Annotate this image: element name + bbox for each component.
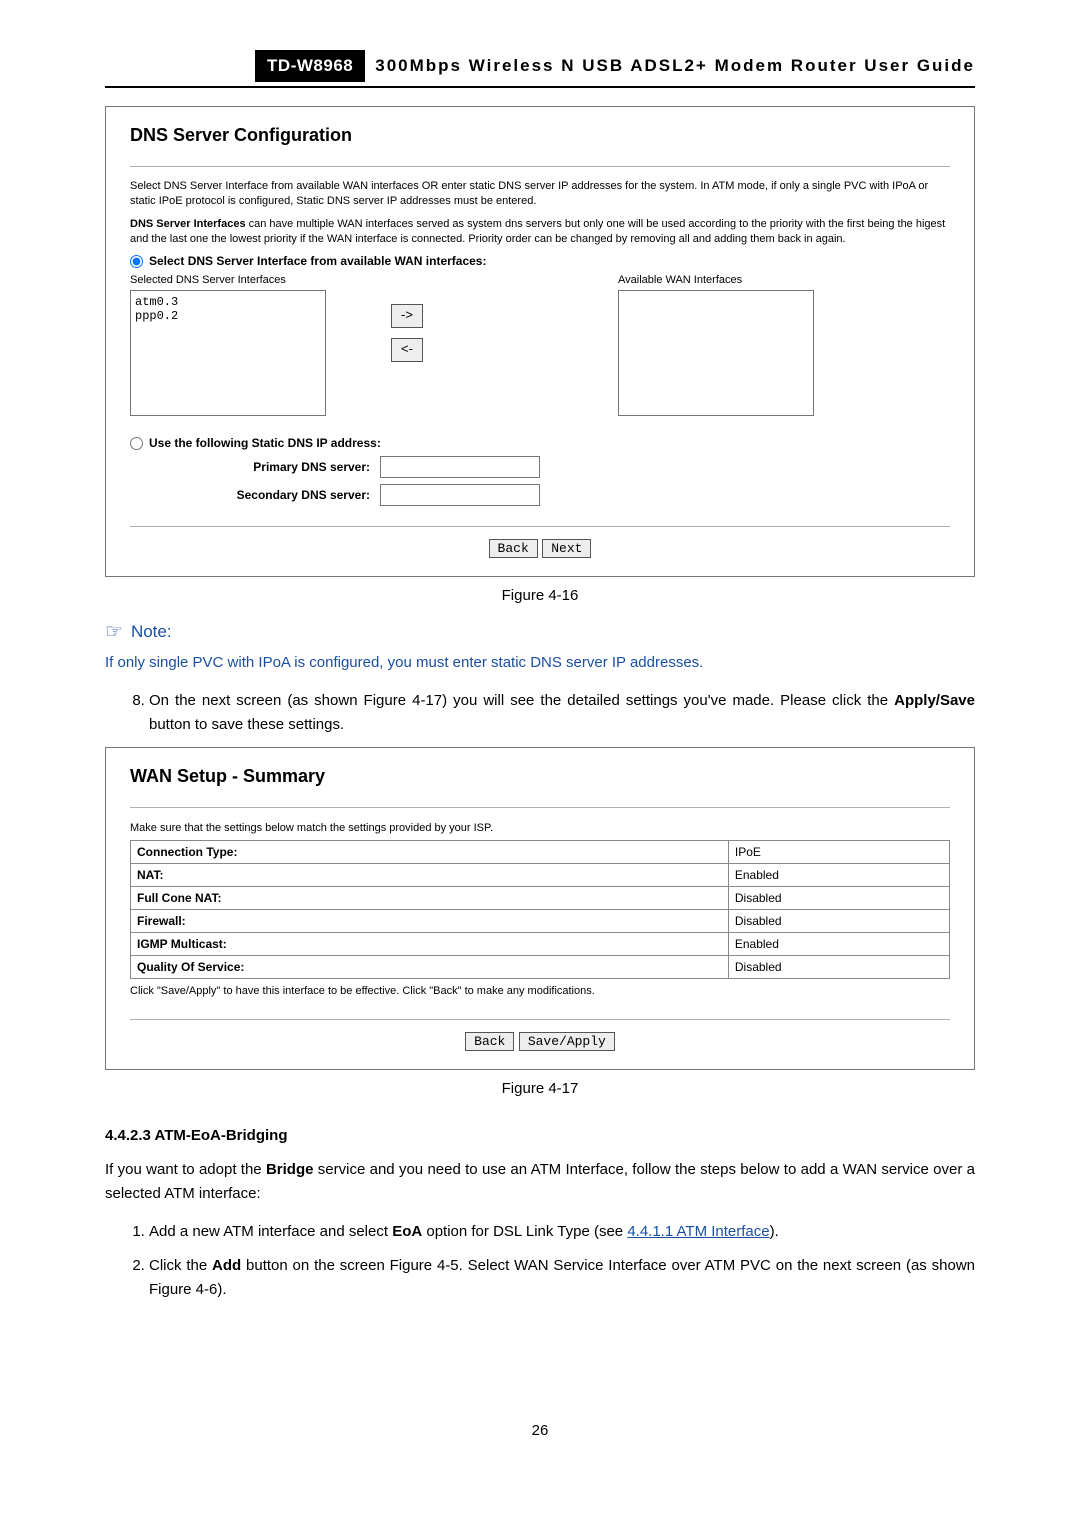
step2-a: Click the — [149, 1257, 212, 1274]
next-button[interactable]: Next — [542, 539, 591, 558]
note-heading: ☞ Note: — [105, 622, 975, 642]
note-body: If only single PVC with IPoA is configur… — [105, 652, 975, 675]
table-cell-label: Firewall: — [131, 909, 729, 932]
radio-select-interface[interactable] — [130, 255, 143, 268]
dns-desc-1: Select DNS Server Interface from availab… — [130, 179, 950, 209]
wan-summary-foot: Click "Save/Apply" to have this interfac… — [130, 985, 950, 997]
table-cell-value: Disabled — [728, 955, 949, 978]
divider — [130, 166, 950, 167]
dns-desc-2-strong: DNS Server Interfaces — [130, 218, 246, 230]
step-8-b: button to save these settings. — [149, 716, 344, 733]
divider — [130, 807, 950, 808]
note-label-text: Note: — [131, 622, 172, 642]
table-cell-label: IGMP Multicast: — [131, 932, 729, 955]
page-header: TD-W8968 300Mbps Wireless N USB ADSL2+ M… — [105, 50, 975, 88]
dns-config-heading: DNS Server Configuration — [130, 125, 950, 146]
wan-summary-heading: WAN Setup - Summary — [130, 766, 950, 787]
table-cell-value: Disabled — [728, 909, 949, 932]
save-apply-button[interactable]: Save/Apply — [519, 1032, 615, 1051]
figure-4-17-caption: Figure 4-17 — [105, 1080, 975, 1097]
step1-a: Add a new ATM interface and select — [149, 1223, 392, 1240]
primary-dns-label: Primary DNS server: — [150, 460, 370, 474]
radio-static-dns[interactable] — [130, 437, 143, 450]
table-row: Connection Type:IPoE — [131, 840, 950, 863]
primary-dns-input[interactable] — [380, 456, 540, 478]
divider — [130, 1019, 950, 1020]
selected-interfaces-label: Selected DNS Server Interfaces — [130, 274, 326, 286]
divider — [130, 526, 950, 527]
table-cell-label: Connection Type: — [131, 840, 729, 863]
radio-select-interface-label: Select DNS Server Interface from availab… — [149, 254, 486, 268]
table-cell-value: Enabled — [728, 863, 949, 886]
step2-strong: Add — [212, 1257, 241, 1274]
section-intro-a: If you want to adopt the — [105, 1161, 266, 1178]
table-cell-value: Enabled — [728, 932, 949, 955]
secondary-dns-label: Secondary DNS server: — [150, 488, 370, 502]
available-interfaces-listbox[interactable] — [621, 293, 814, 416]
model-badge: TD-W8968 — [255, 50, 365, 82]
step-8-strong: Apply/Save — [894, 692, 975, 709]
dns-desc-2-rest: can have multiple WAN interfaces served … — [130, 218, 945, 245]
atm-interface-link[interactable]: 4.4.1.1 ATM Interface — [627, 1223, 769, 1240]
figure-4-16-box: DNS Server Configuration Select DNS Serv… — [105, 106, 975, 577]
step-8: On the next screen (as shown Figure 4-17… — [149, 689, 975, 737]
step1-strong: EoA — [392, 1223, 422, 1240]
selected-interfaces-listbox[interactable] — [133, 293, 326, 416]
bridging-step-1: Add a new ATM interface and select EoA o… — [149, 1220, 975, 1244]
back-button-2[interactable]: Back — [465, 1032, 514, 1051]
wan-summary-table: Connection Type:IPoENAT:EnabledFull Cone… — [130, 840, 950, 979]
table-row: NAT:Enabled — [131, 863, 950, 886]
step-8-a: On the next screen (as shown Figure 4-17… — [149, 692, 894, 709]
table-cell-value: IPoE — [728, 840, 949, 863]
section-intro: If you want to adopt the Bridge service … — [105, 1158, 975, 1206]
step2-b: button on the screen Figure 4-5. Select … — [149, 1257, 975, 1298]
wan-summary-intro: Make sure that the settings below match … — [130, 822, 950, 834]
table-row: Quality Of Service:Disabled — [131, 955, 950, 978]
secondary-dns-input[interactable] — [380, 484, 540, 506]
table-row: IGMP Multicast:Enabled — [131, 932, 950, 955]
step1-b: option for DSL Link Type (see — [422, 1223, 627, 1240]
move-right-button[interactable]: -> — [391, 304, 423, 328]
section-intro-strong: Bridge — [266, 1161, 314, 1178]
back-button[interactable]: Back — [489, 539, 538, 558]
step1-c: ). — [770, 1223, 779, 1240]
available-interfaces-label: Available WAN Interfaces — [618, 274, 814, 286]
table-row: Firewall:Disabled — [131, 909, 950, 932]
bridging-step-2: Click the Add button on the screen Figur… — [149, 1254, 975, 1302]
figure-4-17-box: WAN Setup - Summary Make sure that the s… — [105, 747, 975, 1070]
table-cell-label: Full Cone NAT: — [131, 886, 729, 909]
pointing-hand-icon: ☞ — [105, 622, 123, 642]
table-row: Full Cone NAT:Disabled — [131, 886, 950, 909]
table-cell-label: Quality Of Service: — [131, 955, 729, 978]
doc-title: 300Mbps Wireless N USB ADSL2+ Modem Rout… — [365, 50, 975, 82]
page-number: 26 — [105, 1422, 975, 1439]
move-left-button[interactable]: <- — [391, 338, 423, 362]
figure-4-16-caption: Figure 4-16 — [105, 587, 975, 604]
section-heading: 4.4.2.3 ATM-EoA-Bridging — [105, 1127, 975, 1144]
dns-desc-2: DNS Server Interfaces can have multiple … — [130, 217, 950, 247]
radio-static-dns-label: Use the following Static DNS IP address: — [149, 436, 381, 450]
table-cell-label: NAT: — [131, 863, 729, 886]
table-cell-value: Disabled — [728, 886, 949, 909]
